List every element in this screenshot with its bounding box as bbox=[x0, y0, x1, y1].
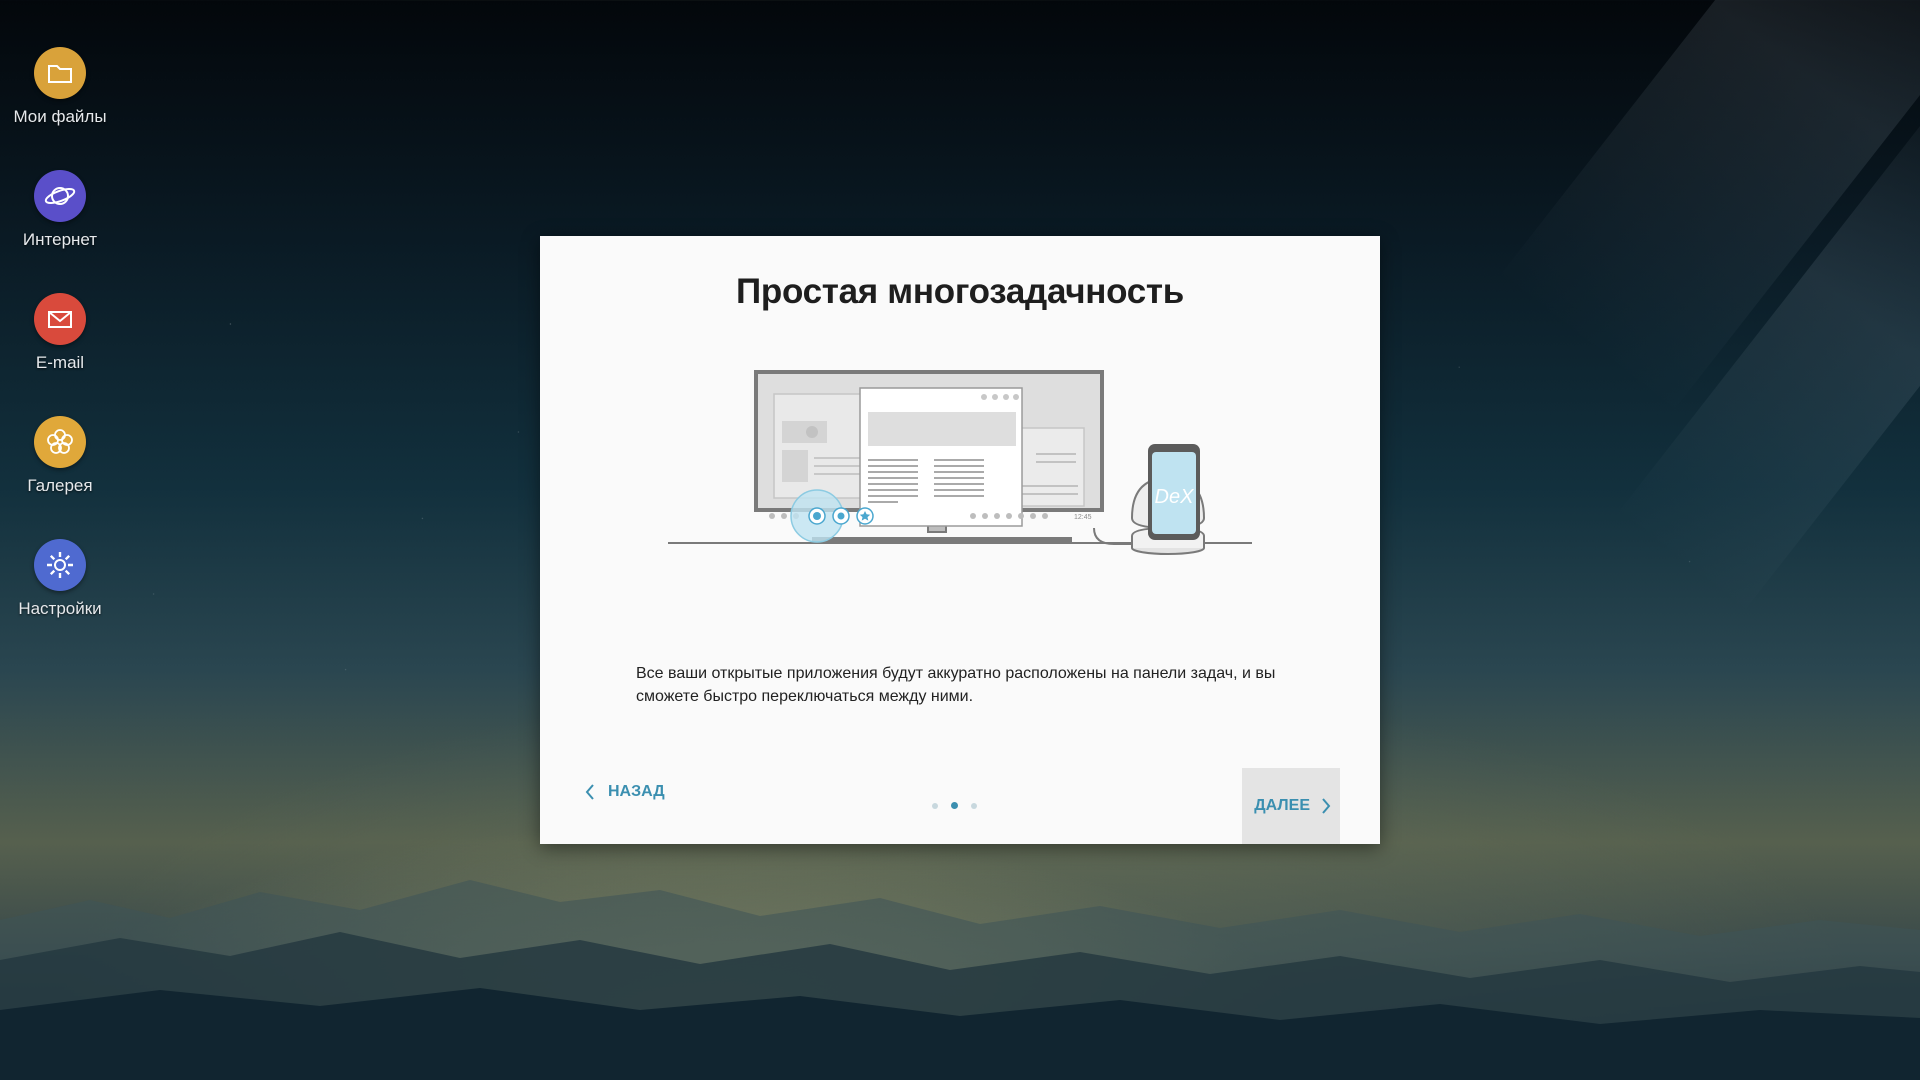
wallpaper-mountains bbox=[0, 880, 1920, 1080]
page-dot bbox=[971, 802, 977, 809]
flower-icon bbox=[34, 416, 86, 468]
desktop-icon-internet[interactable]: Интернет bbox=[0, 170, 120, 250]
dialog-description: Все ваши открытые приложения будут аккур… bbox=[636, 665, 1276, 705]
mail-icon bbox=[34, 293, 86, 345]
illustration-clock: 12:45 bbox=[1074, 514, 1092, 521]
desktop-icon-label: Настройки bbox=[18, 599, 102, 618]
desktop-icon-label: Мои файлы bbox=[13, 107, 107, 126]
page-dot-active bbox=[951, 802, 958, 809]
dex-multitasking-illustration: 12:45 DeX bbox=[668, 370, 1252, 555]
desktop-icon-my-files[interactable]: Мои файлы bbox=[0, 47, 120, 127]
dialog-title: Простая многозадачность bbox=[736, 272, 1184, 311]
next-button-label: ДАЛЕЕ bbox=[1254, 797, 1310, 814]
planet-icon bbox=[34, 170, 86, 222]
desktop-icon-settings[interactable]: Настройки bbox=[0, 539, 120, 619]
desktop-icon-label: Галерея bbox=[27, 476, 93, 495]
desktop-icon-label: Интернет bbox=[22, 230, 98, 249]
back-button-label: НАЗАД bbox=[608, 783, 665, 800]
desktop-icon-label: E-mail bbox=[35, 353, 85, 372]
gear-icon bbox=[34, 539, 86, 591]
page-dot bbox=[932, 802, 938, 809]
illustration-dex-logo: DeX bbox=[1155, 486, 1195, 508]
onboarding-dialog: Простая многозадачность 12:45 DeX Все ва… bbox=[540, 236, 1380, 844]
desktop-icon-email[interactable]: E-mail bbox=[0, 293, 120, 373]
next-button[interactable]: ДАЛЕЕ bbox=[1242, 768, 1340, 844]
page-indicator bbox=[932, 802, 977, 809]
back-button[interactable]: НАЗАД bbox=[580, 767, 669, 817]
folder-icon bbox=[34, 47, 86, 99]
chevron-right-icon bbox=[1322, 798, 1331, 814]
chevron-left-icon bbox=[585, 784, 594, 800]
desktop-icon-gallery[interactable]: Галерея bbox=[0, 416, 120, 496]
